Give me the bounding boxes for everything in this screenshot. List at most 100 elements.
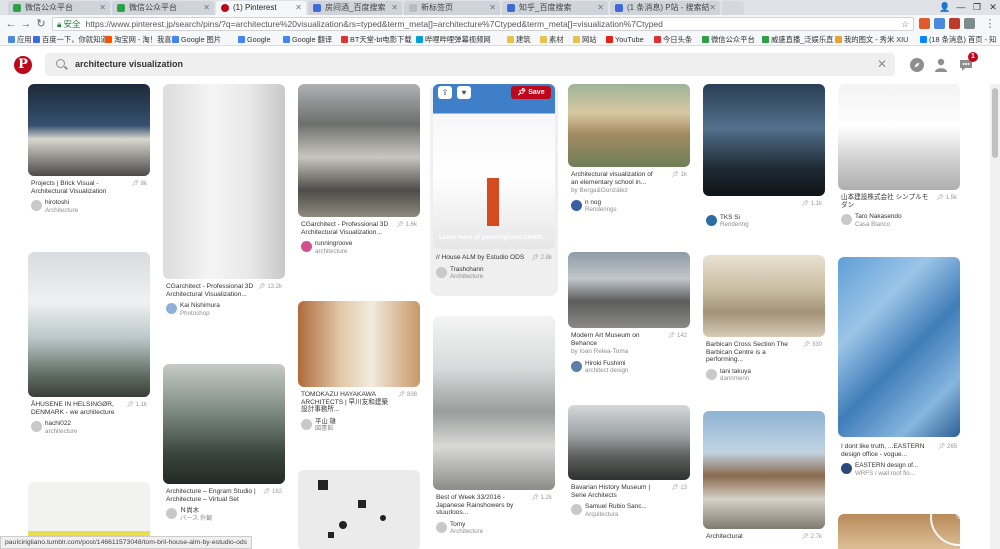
pin-user[interactable]: TKS Si Rendering [706, 214, 824, 230]
close-tab-icon[interactable]: ✕ [295, 1, 302, 15]
clear-search-icon[interactable]: ✕ [877, 53, 887, 76]
pin-image[interactable] [568, 84, 690, 167]
browser-tab[interactable]: 房间酒_百度搜索 ✕ [308, 1, 402, 15]
pin-title[interactable]: // House ALM by Estudio ODS [436, 254, 526, 262]
pin-image[interactable] [163, 84, 285, 279]
back-arrow-icon[interactable]: ← [4, 17, 18, 31]
pin-image[interactable] [568, 405, 690, 480]
bookmark-item[interactable]: Google 图片 [172, 33, 221, 46]
pin-title[interactable]: Architecture – Engram Studio | Architect… [166, 488, 256, 503]
pin-image[interactable] [703, 84, 825, 196]
bookmark-item[interactable]: 威盛直播_泛娱乐直 [762, 33, 833, 46]
bookmark-star-icon[interactable]: ☆ [901, 18, 909, 30]
pin-image[interactable] [838, 84, 960, 190]
extension-icon[interactable] [949, 18, 960, 29]
bookmark-item[interactable]: 百度一下，你就知道 [33, 33, 108, 46]
bookmark-item[interactable]: 我的图文 - 秀米 XIU [835, 33, 908, 46]
pin-image[interactable] [298, 84, 420, 217]
browser-tab[interactable]: 微信公众平台 ✕ [8, 1, 110, 15]
browser-tab-active[interactable]: (1) Pinterest ✕ [216, 1, 306, 15]
search-input[interactable]: architecture visualization ✕ [45, 53, 895, 76]
pin-user[interactable]: Tomy Architecture [436, 521, 554, 537]
bookmark-item[interactable]: 微信公众平台 [702, 33, 755, 46]
pin-user[interactable]: Ｎ尚木 パース 外観 [166, 507, 284, 523]
pin-user[interactable]: Kai Nishimura Photoshop [166, 302, 284, 318]
bookmark-item[interactable]: 应用 [8, 33, 32, 46]
pin-image[interactable] [163, 364, 285, 484]
extension-icon[interactable] [934, 18, 945, 29]
pin-image[interactable] [703, 255, 825, 337]
pin-title[interactable]: Bavarian History Museum | Serie Architec… [571, 484, 661, 499]
bookmark-item[interactable]: 建筑 [507, 33, 531, 46]
pin-image[interactable] [28, 84, 150, 176]
pin-card-hovered[interactable]: ⇪ ♥ 📌︎ Save Learn more at paulcirigliano… [430, 84, 558, 296]
scrollbar-thumb[interactable] [992, 88, 998, 158]
pin-title[interactable]: ÅHUSENE IN HELSINGØR, DENMARK - we archi… [31, 401, 121, 416]
bookmark-item[interactable]: (18 条消息) 首页 - 知 [920, 33, 996, 46]
reload-icon[interactable]: ↻ [34, 17, 48, 31]
browser-tab[interactable]: 知乎_百度搜索 ✕ [502, 1, 608, 15]
window-close-icon[interactable]: ✕ [986, 0, 1000, 14]
minimize-icon[interactable]: — [954, 0, 968, 14]
pin-user[interactable]: 平山 雄 図書館 [301, 418, 419, 434]
pin-image[interactable] [298, 301, 420, 387]
bookmark-item[interactable]: 今日头条 [654, 33, 692, 46]
pin-title[interactable]: Best of Week 33/2016 - Japanese Rainshow… [436, 494, 526, 517]
close-tab-icon[interactable]: ✕ [99, 1, 106, 15]
bookmark-item[interactable]: 淘宝网 - 淘！我喜欢 [105, 33, 179, 46]
pin-title[interactable]: Architectural [706, 533, 796, 541]
pin-user[interactable]: Taro Nakasendo Casa Blanco [841, 213, 959, 229]
pin-title[interactable]: Barbican Cross Section The Barbican Cent… [706, 341, 796, 364]
pin-user[interactable]: tani takuya dannmenn [706, 368, 824, 384]
bookmark-item[interactable]: 哔哩哔哩弹幕视频网 [416, 33, 491, 46]
bookmark-item[interactable]: YouTube [606, 33, 644, 46]
page-scrollbar[interactable] [990, 84, 1000, 549]
maximize-icon[interactable]: ❐ [970, 0, 984, 14]
bookmark-item[interactable]: Google [238, 33, 271, 46]
close-tab-icon[interactable]: ✕ [391, 1, 398, 15]
bookmark-item[interactable]: Google 翻译 [283, 33, 332, 46]
bookmark-item[interactable]: 网站 [573, 33, 597, 46]
pin-user[interactable]: hirotoshi Architecture [31, 199, 149, 215]
browser-tab[interactable]: (1 条消息) P站 - 搜索結 ✕ [610, 1, 720, 15]
browser-tab[interactable]: 新标签页 ✕ [404, 1, 500, 15]
pin-user[interactable]: Trashchann Architecture [436, 266, 554, 282]
pin-image[interactable]: ⇪ ♥ 📌︎ Save Learn more at paulcirigliano… [433, 84, 555, 249]
browser-tab[interactable]: 微信公众平台 ✕ [112, 1, 214, 15]
compass-explore-icon[interactable] [909, 57, 925, 73]
pin-image[interactable] [433, 316, 555, 490]
extension-icon[interactable] [964, 18, 975, 29]
close-tab-icon[interactable]: ✕ [489, 1, 496, 15]
share-icon[interactable]: ⇪ [438, 86, 452, 99]
pin-user[interactable]: EASTERN design of... WRFS / wall roof fl… [841, 462, 959, 478]
menu-kebab-icon[interactable]: ⋮ [983, 17, 997, 31]
heart-icon[interactable]: ♥ [457, 86, 471, 99]
pin-image[interactable] [298, 470, 420, 549]
pin-user[interactable]: runningroove architecture [301, 240, 419, 256]
save-button[interactable]: 📌︎ Save [511, 86, 551, 99]
learn-more-link[interactable]: Learn more at paulcirigliano.tumblr... [439, 234, 548, 241]
pin-title[interactable]: Projects | Brick Visual - Architectural … [31, 180, 121, 195]
pin-image[interactable] [838, 257, 960, 437]
new-tab-button[interactable] [722, 1, 744, 15]
close-tab-icon[interactable]: ✕ [203, 1, 210, 15]
pin-user[interactable]: hachi022 architecture [31, 420, 149, 436]
bookmark-item[interactable]: 素材 [540, 33, 564, 46]
bookmark-item[interactable]: BT天堂-bt电影下载 [341, 33, 412, 46]
pin-image[interactable] [28, 252, 150, 397]
url-bar[interactable]: 🔒︎ 安全 https://www.pinterest.jp/search/pins… [52, 17, 914, 31]
pin-title[interactable]: I dont like truth, ...EASTERN design off… [841, 443, 931, 458]
profile-icon[interactable] [933, 57, 949, 73]
pin-title[interactable]: CGarchitect - Professional 3D Architectu… [301, 221, 391, 236]
pin-user[interactable]: Hiroki Fushimi architect design [571, 360, 689, 376]
close-tab-icon[interactable]: ✕ [597, 1, 604, 15]
pinterest-logo-icon[interactable]: P [14, 56, 32, 74]
pin-title[interactable]: 山本建設株式会社 シンプルモダン [841, 194, 931, 209]
pin-title[interactable]: CGarchitect - Professional 3D Architectu… [166, 283, 256, 298]
pin-title[interactable]: Architectural visualization of an elemen… [571, 171, 661, 186]
pin-image[interactable] [703, 411, 825, 529]
pin-title[interactable]: Modern Art Museum on Behance [571, 332, 661, 347]
pin-user[interactable]: Samuel Rubio Sanc... Arquitectura [571, 503, 689, 519]
forward-arrow-icon[interactable]: → [19, 17, 33, 31]
pin-title[interactable]: TOMOKAZU HAYAKAWA ARCHITECTS | 早川友和建築設計事… [301, 391, 391, 414]
